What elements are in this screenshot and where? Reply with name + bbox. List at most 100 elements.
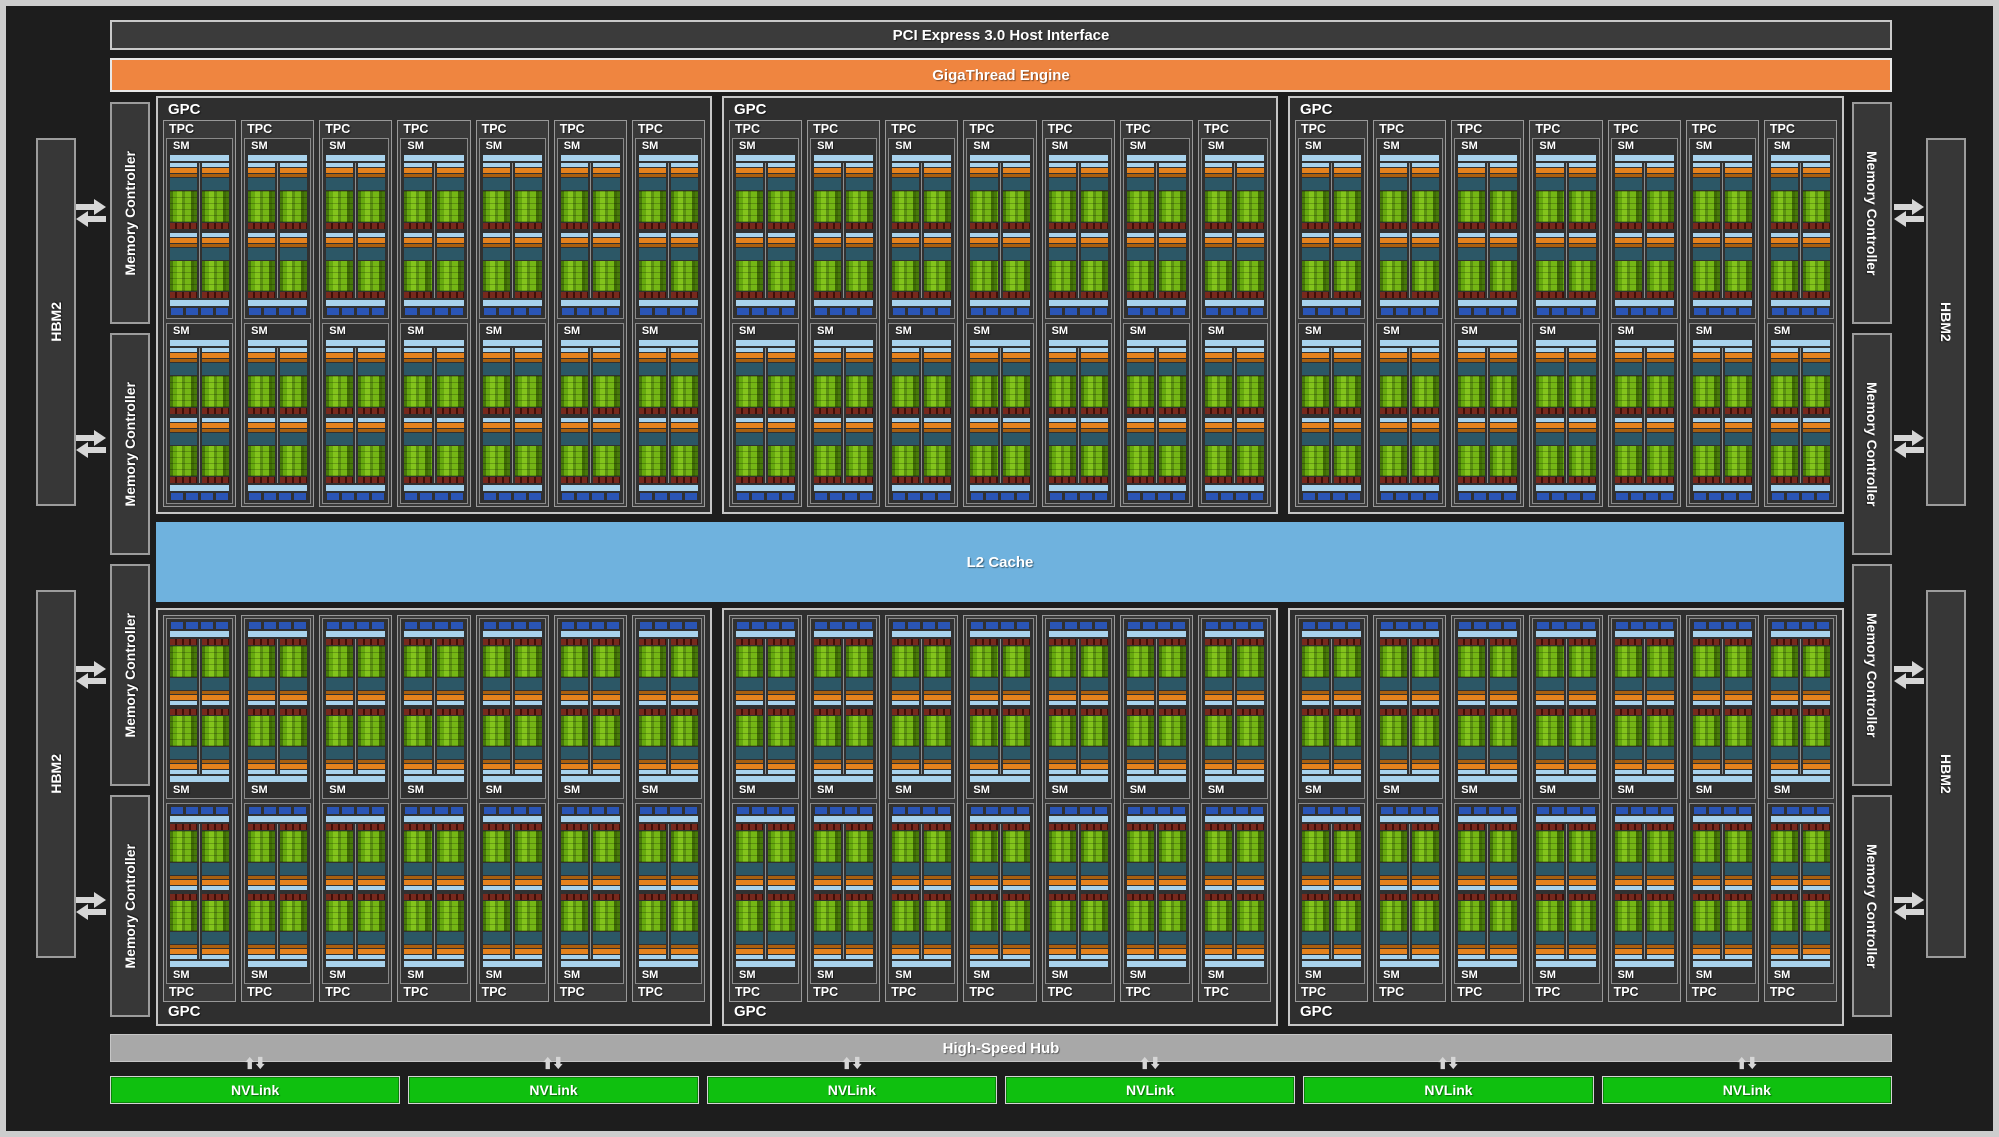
sm-core-column (843, 639, 874, 774)
load-store-units-row (1692, 893, 1720, 900)
register-file-block (358, 178, 386, 190)
core-grid (1334, 831, 1362, 862)
sm-processing-block (768, 893, 796, 959)
core-grid (1724, 376, 1752, 407)
sm-processing-block (1158, 639, 1186, 705)
texture-unit (767, 308, 780, 315)
sm-processing-block (736, 232, 764, 298)
warp-scheduler-bar (1458, 353, 1486, 358)
texture-unit (342, 622, 355, 629)
texture-unit (1411, 622, 1424, 629)
l0-cache-bar (1080, 232, 1108, 237)
texture-unit (971, 493, 984, 500)
l1-data-cache-bar (736, 300, 796, 306)
register-file-block (1458, 178, 1486, 190)
register-file-block (1770, 932, 1798, 944)
sm-core-columns (1204, 824, 1264, 959)
texture-units-row (1536, 308, 1595, 315)
l0-cache-bar (1080, 163, 1108, 167)
core-grid (482, 900, 510, 931)
load-store-units-row (1692, 292, 1720, 298)
core-grid (358, 715, 386, 746)
load-store-units-row (1802, 477, 1830, 483)
sm-box: SM (1376, 138, 1444, 319)
load-store-units-row (1458, 407, 1486, 414)
texture-unit (483, 622, 496, 629)
dispatch-unit-bar (892, 945, 920, 948)
sm-core-columns (1048, 163, 1108, 298)
sm-processing-block (1126, 639, 1154, 705)
texture-units-row (814, 622, 873, 629)
texture-unit (1708, 308, 1721, 315)
sm-core-column (1565, 348, 1596, 483)
core-grid (1048, 445, 1076, 476)
warp-scheduler-bar (1490, 422, 1518, 428)
register-file-block (1692, 932, 1720, 944)
warp-scheduler-bar (404, 168, 432, 173)
dispatch-unit-bar (1458, 690, 1486, 694)
sm-processing-block (560, 639, 588, 705)
sm-core-column (1565, 163, 1596, 298)
sm-box: SM (556, 323, 624, 504)
sm-core-column (1233, 348, 1264, 483)
load-store-units-row (1126, 824, 1154, 830)
load-store-units-row (924, 639, 952, 645)
warp-scheduler-bar (1048, 949, 1076, 954)
l0-cache-bar (814, 163, 842, 167)
core-grid (1568, 445, 1596, 476)
sm-core-column (1799, 163, 1830, 298)
warp-scheduler-bar (358, 949, 386, 954)
texture-unit (1723, 308, 1736, 315)
sm-label: SM (1305, 140, 1322, 152)
sm-label: SM (973, 784, 990, 796)
l1-instruction-cache-bar (1692, 776, 1752, 782)
dispatch-unit-bar (1158, 428, 1186, 432)
register-file-block (814, 363, 842, 375)
load-store-units-row (326, 824, 354, 830)
load-store-units-row (1692, 639, 1720, 645)
l0-cache-bar (1692, 955, 1720, 959)
load-store-units-row (170, 824, 198, 830)
texture-units-row (1049, 807, 1108, 814)
warp-scheduler-bar (1614, 879, 1642, 885)
tpc-box: TPC SM SM (729, 615, 803, 1002)
core-grid (1646, 376, 1674, 407)
warp-scheduler-bar (280, 879, 308, 885)
core-grid (846, 900, 874, 931)
sm-stack: SM SM (966, 138, 1034, 504)
l0-cache-bar (1646, 700, 1674, 705)
sm-core-column (170, 348, 198, 483)
sm-processing-block (1002, 824, 1030, 890)
warp-scheduler-bar (1158, 422, 1186, 428)
dispatch-unit-bar (1770, 875, 1798, 879)
texture-unit (1157, 308, 1170, 315)
load-store-units-row (768, 477, 796, 483)
sm-core-column (970, 163, 998, 298)
l1-instruction-cache-bar (1380, 155, 1440, 161)
register-file-block (482, 932, 510, 944)
texture-unit (1220, 622, 1233, 629)
register-file-block (1568, 932, 1596, 944)
sm-core-columns (248, 348, 308, 483)
load-store-units-row (1490, 893, 1518, 900)
sm-processing-block (436, 163, 464, 229)
load-store-units-row (436, 407, 464, 414)
l0-cache-bar (560, 348, 588, 352)
l0-cache-bar (1412, 700, 1440, 705)
register-file-block (404, 432, 432, 445)
texture-unit (1816, 493, 1829, 500)
texture-unit (450, 622, 463, 629)
load-store-units-row (482, 824, 510, 830)
warp-scheduler-bar (1302, 237, 1330, 243)
register-file-block (1380, 747, 1408, 759)
l0-cache-bar (560, 955, 588, 959)
core-grid (638, 831, 666, 862)
core-grid (1614, 900, 1642, 931)
register-file-block (358, 932, 386, 944)
sm-core-columns (1204, 163, 1264, 298)
load-store-units-row (1048, 639, 1076, 645)
dispatch-unit-bar (1692, 690, 1720, 694)
load-store-units-row (1490, 292, 1518, 298)
core-grid (248, 715, 276, 746)
sm-processing-block (1080, 893, 1108, 959)
